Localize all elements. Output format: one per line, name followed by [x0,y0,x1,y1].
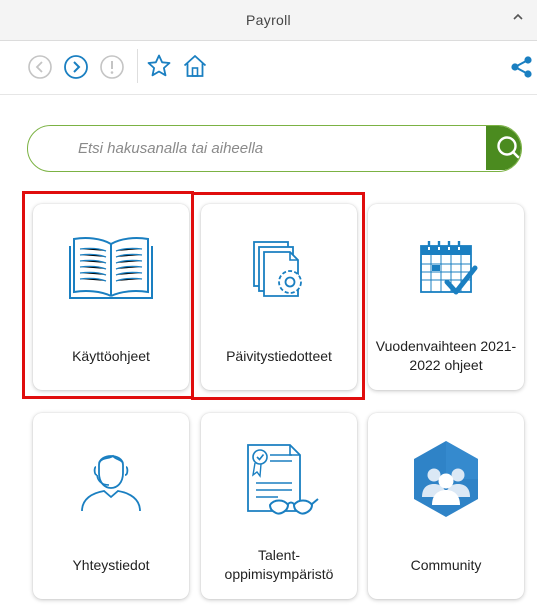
tile-label: Päivitystiedotteet [226,347,332,364]
title-bar: Payroll [0,0,537,41]
documents-gear-icon [201,234,357,304]
window-title: Payroll [246,12,291,28]
tile-paivitystiedotteet[interactable]: Päivitystiedotteet [201,204,357,390]
back-icon[interactable] [27,54,53,80]
support-agent-icon [33,443,189,513]
tile-yhteystiedot[interactable]: Yhteystiedot [33,413,189,599]
tile-vuodenvaihteen-ohjeet[interactable]: Vuodenvaihteen 2021-2022 ohjeet [368,204,524,390]
calendar-check-icon [368,238,524,308]
tile-label: Community [410,556,482,573]
tile-label: Talent-oppimisympäristö [224,547,334,582]
home-icon[interactable] [182,53,208,79]
collapse-chevron-icon[interactable] [509,10,527,28]
forward-icon[interactable] [63,54,89,80]
alert-icon[interactable] [99,54,125,80]
favorite-star-icon[interactable] [146,53,172,79]
tile-community[interactable]: Community [368,413,524,599]
toolbar [0,41,537,95]
search-input[interactable] [28,126,488,170]
search-bar [27,125,522,172]
tile-label: Yhteystiedot [72,556,150,573]
certificate-glasses-icon [201,441,357,515]
tile-label: Käyttöohjeet [72,347,150,364]
search-icon [497,136,520,159]
search-button[interactable] [486,126,521,170]
tile-talent-oppimisymparisto[interactable]: Talent-oppimisympäristö [201,413,357,599]
tile-kayttoohjeet[interactable]: Käyttöohjeet [33,204,189,390]
share-icon[interactable] [509,54,535,80]
tile-label: Vuodenvaihteen 2021-2022 ohjeet [375,338,517,373]
community-hexagon-icon [368,439,524,517]
book-icon [33,234,189,304]
toolbar-divider [137,49,138,83]
